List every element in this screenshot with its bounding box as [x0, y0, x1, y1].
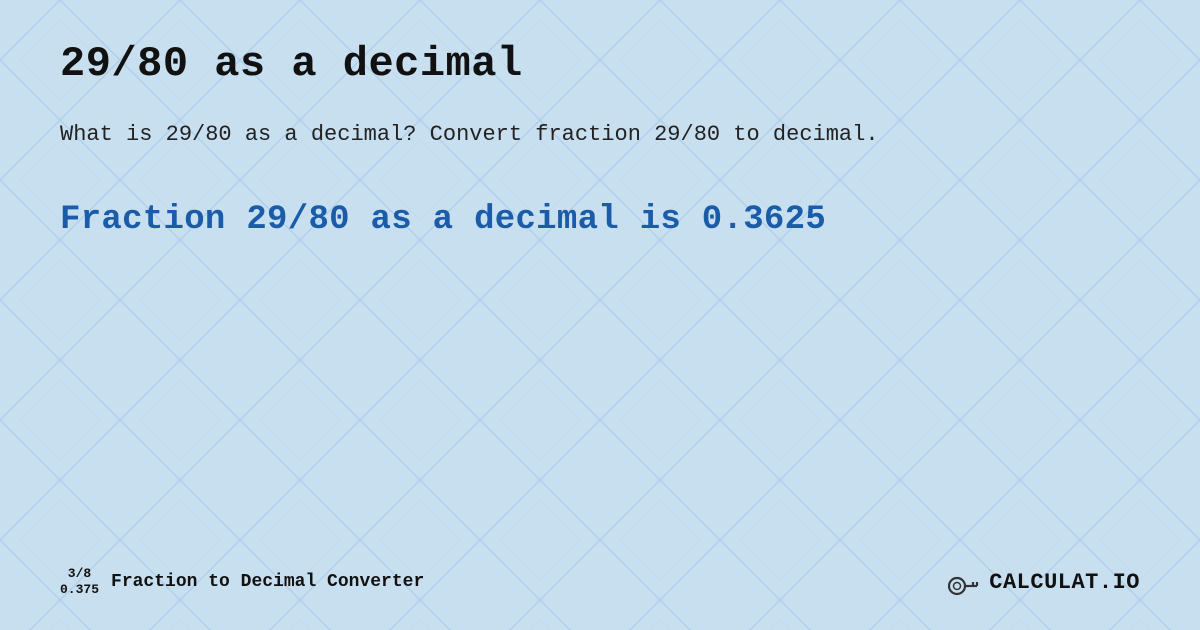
brand-name: CALCULAT.IO — [989, 570, 1140, 595]
fraction-denominator: 0.375 — [60, 582, 99, 598]
result-section: Fraction 29/80 as a decimal is 0.3625 — [60, 201, 1140, 239]
footer-fraction: 3/8 0.375 — [60, 566, 99, 597]
page-title: 29/80 as a decimal — [60, 40, 1140, 88]
footer-label: Fraction to Decimal Converter — [111, 572, 424, 592]
fraction-numerator: 3/8 — [68, 566, 91, 582]
brand-area: CALCULAT.IO — [945, 564, 1140, 600]
main-content: 29/80 as a decimal What is 29/80 as a de… — [0, 0, 1200, 630]
result-text: Fraction 29/80 as a decimal is 0.3625 — [60, 201, 1140, 239]
calculator-icon — [945, 564, 981, 600]
footer: 3/8 0.375 Fraction to Decimal Converter … — [60, 544, 1140, 600]
description-text: What is 29/80 as a decimal? Convert frac… — [60, 118, 1110, 151]
